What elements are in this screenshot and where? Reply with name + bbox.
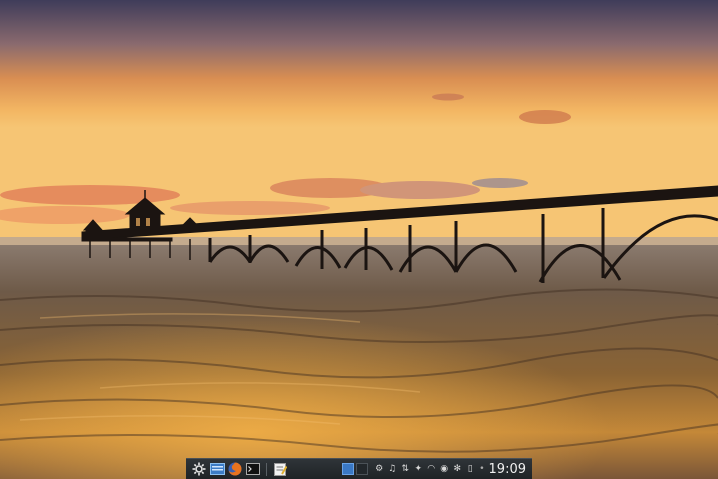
network-icon[interactable]: ⇅ [400, 463, 410, 475]
tray-separator-dot: • [479, 464, 485, 474]
taskbar-panel: ⚙ ♫ ⇅ ✦ ◠ ◉ ✻ ▯ • 19:09 [186, 458, 532, 479]
bluetooth-icon[interactable]: ✻ [452, 463, 462, 475]
desktop-1[interactable] [342, 463, 355, 475]
terminal-icon[interactable] [244, 459, 262, 479]
audio-icon[interactable]: ♫ [387, 463, 397, 475]
panel-separator [266, 462, 267, 476]
power-icon[interactable]: ◉ [439, 463, 449, 475]
wifi-icon[interactable]: ◠ [426, 463, 436, 475]
desktop-pager[interactable] [342, 463, 369, 475]
file-manager-icon[interactable] [208, 459, 226, 479]
battery-icon[interactable]: ▯ [465, 463, 475, 475]
desktop-2[interactable] [356, 463, 369, 475]
bird-icon[interactable]: ✦ [413, 463, 423, 475]
system-tray: ⚙ ♫ ⇅ ✦ ◠ ◉ ✻ ▯ [374, 463, 475, 475]
settings-icon[interactable]: ⚙ [374, 463, 384, 475]
clock[interactable]: 19:09 [489, 462, 526, 477]
kde-menu-icon[interactable] [190, 459, 208, 479]
text-editor-icon[interactable] [271, 459, 289, 479]
firefox-icon[interactable] [226, 459, 244, 479]
desktop-wallpaper [0, 0, 718, 479]
